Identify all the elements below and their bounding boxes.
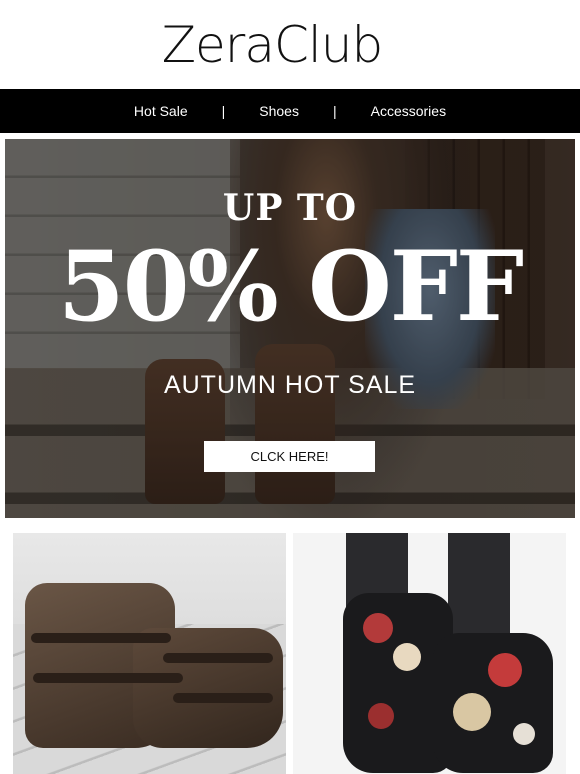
cta-button[interactable]: CLCK HERE! [204, 441, 375, 472]
boot-strap [163, 653, 273, 663]
product-image-boot-right [433, 633, 553, 773]
floral-pattern [363, 613, 393, 643]
product-tile-studded-boots[interactable] [13, 533, 286, 774]
nav-separator: | [221, 103, 226, 119]
boot-strap [31, 633, 171, 643]
brand-logo[interactable]: ZeraClub [162, 16, 383, 74]
floral-pattern [368, 703, 394, 729]
nav-item-accessories[interactable]: Accessories [371, 103, 446, 119]
floral-pattern [488, 653, 522, 687]
header: ZeraClub [0, 0, 580, 89]
nav-bar: Hot Sale | Shoes | Accessories [0, 89, 580, 133]
floral-pattern [393, 643, 421, 671]
nav-item-hot-sale[interactable]: Hot Sale [134, 103, 188, 119]
nav-item-shoes[interactable]: Shoes [259, 103, 299, 119]
nav-separator: | [332, 103, 337, 119]
product-image-boot-right [133, 628, 283, 748]
floral-pattern [513, 723, 535, 745]
boot-strap [173, 693, 273, 703]
floral-pattern [453, 693, 491, 731]
product-tile-floral-boots[interactable] [293, 533, 566, 774]
hero-subheading: AUTUMN HOT SALE [163, 371, 417, 399]
hero-heading-up-to: UP TO [222, 187, 358, 229]
hero-heading-discount: 50% OFF [57, 230, 524, 343]
boot-strap [33, 673, 183, 683]
hero-banner[interactable]: UP TO 50% OFF AUTUMN HOT SALE CLCK HERE! [5, 139, 575, 518]
